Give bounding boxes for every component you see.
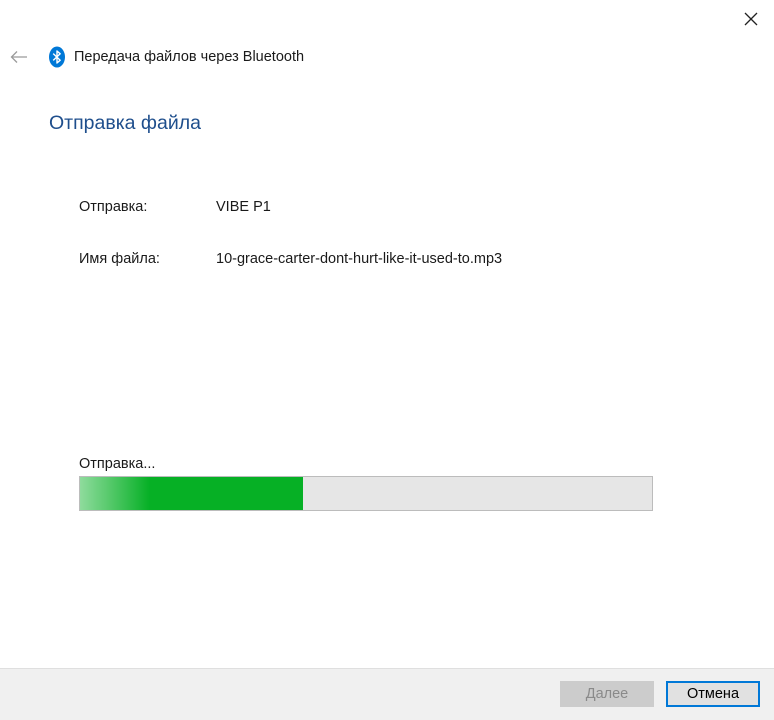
file-name-label: Имя файла: <box>79 251 160 267</box>
progress-shine <box>80 477 150 510</box>
window-title: Передача файлов через Bluetooth <box>74 49 305 65</box>
sending-to-value: VIBE P1 <box>216 199 271 215</box>
bluetooth-icon <box>49 46 65 68</box>
back-button[interactable] <box>8 46 30 68</box>
title-row: Передача файлов через Bluetooth <box>0 40 774 74</box>
close-icon <box>744 12 758 26</box>
file-name-value: 10-grace-carter-dont-hurt-like-it-used-t… <box>216 251 503 267</box>
footer-bar: Далее Отмена <box>0 668 774 720</box>
bluetooth-transfer-window: Передача файлов через Bluetooth Отправка… <box>0 0 774 720</box>
transfer-status: Отправка... <box>79 456 156 472</box>
close-button[interactable] <box>728 0 774 38</box>
sending-to-label: Отправка: <box>79 199 148 215</box>
next-button[interactable]: Далее <box>560 681 654 707</box>
progress-fill <box>80 477 304 510</box>
page-heading: Отправка файла <box>49 112 201 134</box>
cancel-button[interactable]: Отмена <box>666 681 760 707</box>
transfer-progress-bar <box>79 476 653 511</box>
back-arrow-icon <box>10 51 27 63</box>
